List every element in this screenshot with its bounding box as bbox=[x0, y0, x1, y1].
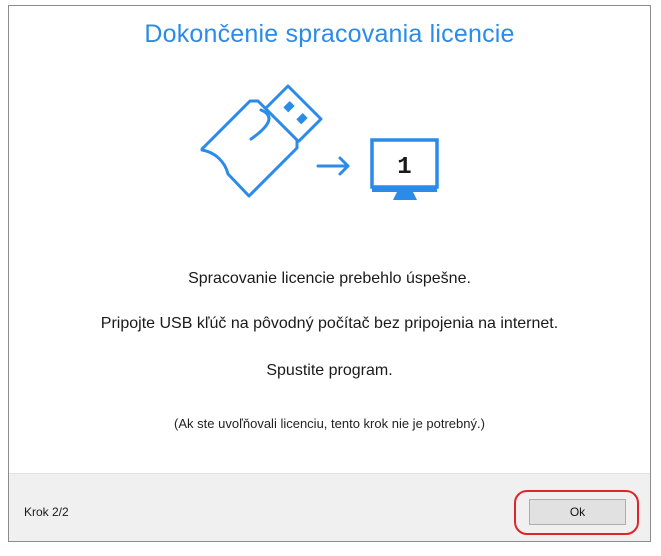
license-dialog: Dokončenie spracovania licencie 1 Spraco… bbox=[8, 5, 651, 542]
note-text: (Ak ste uvoľňovali licenciu, tento krok … bbox=[174, 416, 485, 431]
arrow-right-icon bbox=[316, 156, 350, 176]
success-message: Spracovanie licencie prebehlo úspešne. bbox=[188, 270, 471, 287]
run-instruction: Spustite program. bbox=[266, 362, 393, 379]
ok-button[interactable]: Ok bbox=[529, 499, 626, 525]
illustration: 1 bbox=[200, 84, 439, 200]
dialog-footer: Krok 2/2 Ok bbox=[9, 473, 650, 541]
monitor-number: 1 bbox=[397, 154, 411, 181]
connect-instruction: Pripojte USB kľúč na pôvodný počítač bez… bbox=[100, 315, 559, 332]
step-indicator: Krok 2/2 bbox=[24, 505, 69, 519]
usb-key-icon bbox=[200, 84, 323, 198]
